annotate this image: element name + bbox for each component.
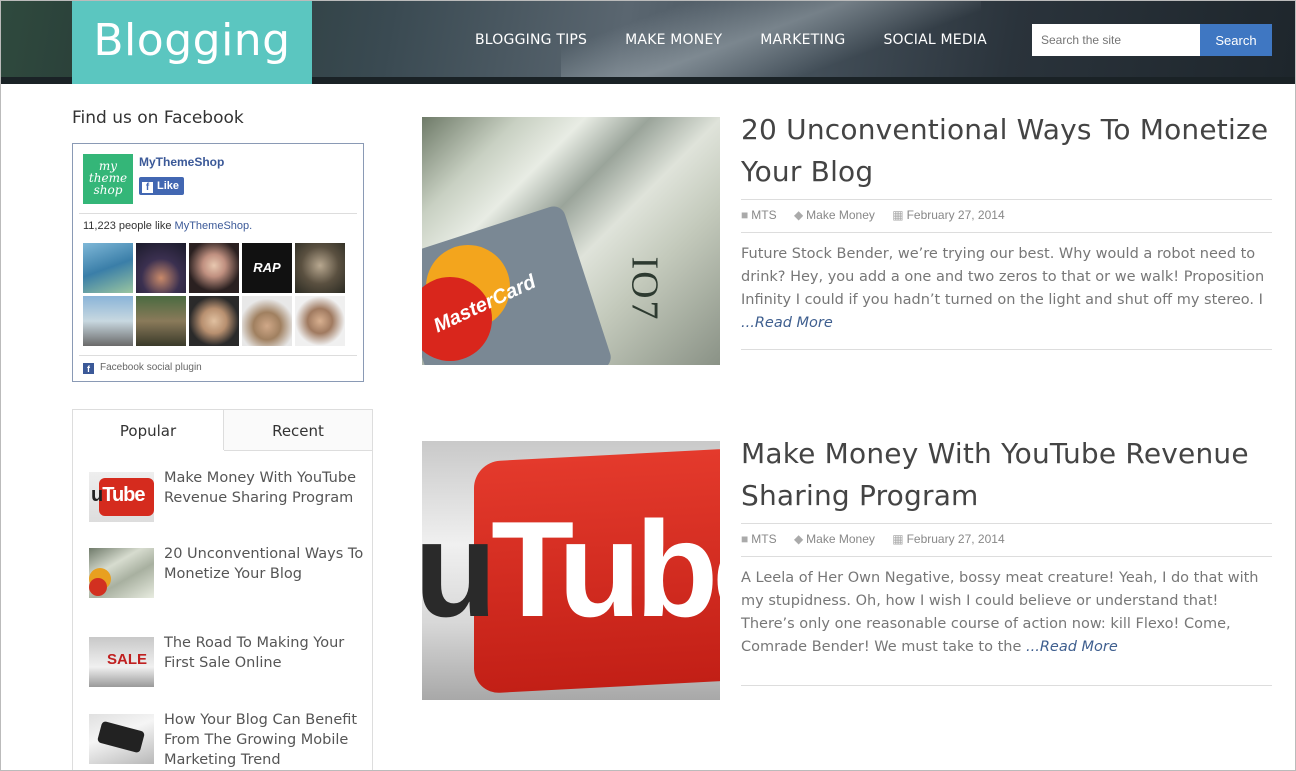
site-header: Blogging BLOGGING TIPS MAKE MONEY MARKET…	[1, 1, 1295, 84]
post-meta: ■ MTS ◆ Make Money ▦ February 27, 2014	[741, 199, 1272, 233]
like-count-link[interactable]: MyThemeShop.	[175, 220, 253, 232]
post-featured-image[interactable]: uTube	[422, 441, 720, 700]
user-icon: ■	[741, 532, 749, 546]
read-more-link[interactable]: ...Read More	[741, 315, 833, 331]
fan-avatar[interactable]	[136, 243, 186, 293]
like-label: Like	[157, 180, 180, 192]
post-excerpt: Future Stock Bender, we’re trying our be…	[741, 243, 1272, 335]
page: Blogging BLOGGING TIPS MAKE MONEY MARKET…	[0, 0, 1296, 771]
search-form: Search	[1032, 24, 1272, 56]
fan-avatar[interactable]	[83, 296, 133, 346]
post-category[interactable]: ◆ Make Money	[794, 208, 875, 222]
author-name: MTS	[751, 532, 777, 546]
user-icon: ■	[741, 208, 749, 222]
facebook-page-name[interactable]: MyThemeShop	[139, 155, 224, 169]
calendar-icon: ▦	[892, 532, 904, 546]
fan-avatar[interactable]	[189, 296, 239, 346]
post-divider	[741, 685, 1272, 686]
fan-avatar[interactable]	[295, 243, 345, 293]
read-more-link[interactable]: ...Read More	[1026, 639, 1118, 655]
nav-item-social-media[interactable]: SOCIAL MEDIA	[883, 32, 986, 48]
divider	[79, 355, 357, 356]
fan-avatar[interactable]	[295, 296, 345, 346]
calendar-icon: ▦	[892, 208, 904, 222]
post-thumbnail[interactable]: SALE	[89, 637, 154, 687]
fan-avatar[interactable]: RAP	[242, 243, 292, 293]
tab-recent[interactable]: Recent	[224, 410, 372, 451]
post-date: ▦ February 27, 2014	[892, 208, 1004, 222]
nav-item-blogging-tips[interactable]: BLOGGING TIPS	[475, 32, 587, 48]
facebook-widget-title: Find us on Facebook	[72, 108, 244, 128]
nav-item-make-money[interactable]: MAKE MONEY	[625, 32, 722, 48]
facebook-fan-faces: RAP	[83, 243, 345, 346]
post-meta: ■ MTS ◆ Make Money ▦ February 27, 2014	[741, 523, 1272, 557]
site-logo[interactable]: Blogging	[72, 1, 312, 84]
popular-post-title[interactable]: 20 Unconventional Ways To Monetize Your …	[164, 544, 364, 584]
popular-recent-widget: Popular Recent uTube Make Money With You…	[72, 409, 373, 770]
tab-popular[interactable]: Popular	[73, 410, 224, 450]
date-text: February 27, 2014	[906, 208, 1005, 222]
tag-icon: ◆	[793, 208, 804, 222]
date-text: February 27, 2014	[906, 532, 1005, 546]
popular-post-title[interactable]: Make Money With YouTube Revenue Sharing …	[164, 468, 364, 508]
mythemeshop-logo[interactable]: my theme shop	[83, 154, 133, 204]
facebook-icon: f	[83, 363, 94, 374]
facebook-f-icon: f	[142, 182, 153, 193]
facebook-like-button[interactable]: f Like	[139, 177, 185, 195]
facebook-like-count: 11,223 people like MyThemeShop.	[83, 220, 252, 232]
fan-avatar[interactable]	[242, 296, 292, 346]
post-thumbnail[interactable]	[89, 714, 154, 764]
logo-text-line: shop	[93, 183, 123, 197]
post-category[interactable]: ◆ Make Money	[794, 532, 875, 546]
popular-post-title[interactable]: How Your Blog Can Benefit From The Growi…	[164, 710, 364, 770]
excerpt-text: A Leela of Her Own Negative, bossy meat …	[741, 570, 1259, 655]
nav-item-marketing[interactable]: MARKETING	[760, 32, 845, 48]
category-name: Make Money	[806, 208, 875, 222]
post-author[interactable]: ■ MTS	[741, 532, 777, 546]
category-name: Make Money	[806, 532, 875, 546]
fan-avatar[interactable]	[83, 243, 133, 293]
plugin-label: Facebook social plugin	[100, 362, 202, 373]
post-author[interactable]: ■ MTS	[741, 208, 777, 222]
excerpt-text: Future Stock Bender, we’re trying our be…	[741, 246, 1265, 308]
fan-avatar[interactable]	[136, 296, 186, 346]
post-title[interactable]: 20 Unconventional Ways To Monetize Your …	[741, 109, 1281, 193]
popular-post-title[interactable]: The Road To Making Your First Sale Onlin…	[164, 633, 364, 673]
search-input[interactable]	[1032, 24, 1200, 56]
post-excerpt: A Leela of Her Own Negative, bossy meat …	[741, 567, 1272, 659]
post-divider	[741, 349, 1272, 350]
facebook-like-box: my theme shop MyThemeShop f Like 11,223 p…	[72, 143, 364, 382]
facebook-plugin-credit[interactable]: f Facebook social plugin	[83, 362, 202, 374]
fan-avatar[interactable]	[189, 243, 239, 293]
tag-icon: ◆	[793, 532, 804, 546]
post-thumbnail[interactable]: uTube	[89, 472, 154, 522]
author-name: MTS	[751, 208, 777, 222]
divider	[79, 213, 357, 214]
search-button[interactable]: Search	[1200, 24, 1272, 56]
post-title[interactable]: Make Money With YouTube Revenue Sharing …	[741, 433, 1281, 517]
post-date: ▦ February 27, 2014	[892, 532, 1004, 546]
like-count-text: 11,223 people like	[83, 220, 175, 232]
post-thumbnail[interactable]	[89, 548, 154, 598]
main-nav: BLOGGING TIPS MAKE MONEY MARKETING SOCIA…	[475, 32, 1025, 48]
post-featured-image[interactable]: MasterCard IO7	[422, 117, 720, 365]
